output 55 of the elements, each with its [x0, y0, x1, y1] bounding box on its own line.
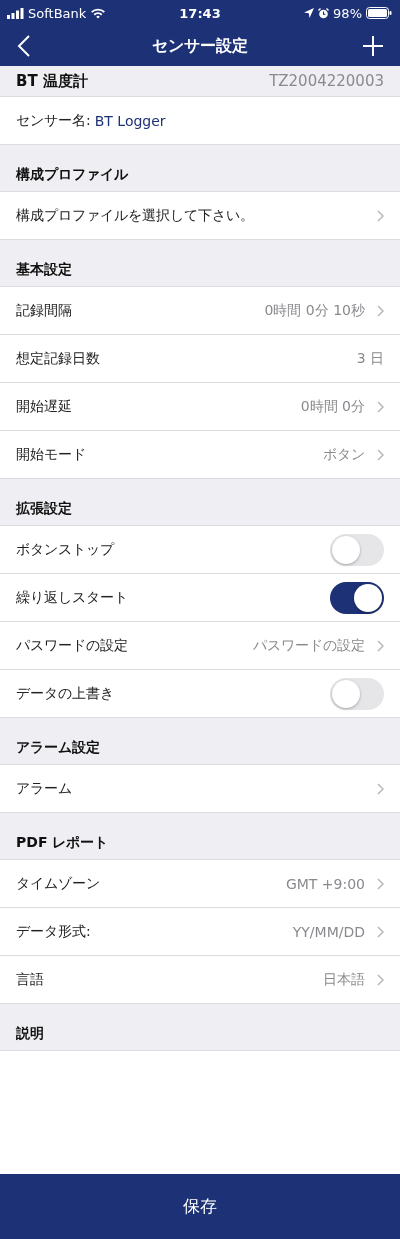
- setting-label: ボタンストップ: [16, 540, 114, 559]
- signal-icon: [7, 7, 24, 19]
- toggle-switch[interactable]: [330, 581, 384, 614]
- section-header: 説明: [16, 1025, 44, 1043]
- setting-value: 3 日: [356, 349, 384, 368]
- setting-value: GMT +9:00: [285, 875, 365, 892]
- setting-label: 記録間隔: [16, 301, 72, 320]
- section-header: 拡張設定: [16, 500, 72, 518]
- chevron-right-icon[interactable]: [377, 304, 384, 317]
- chevron-right-icon[interactable]: [377, 877, 384, 890]
- add-icon[interactable]: [363, 36, 383, 56]
- setting-label: データの上書き: [16, 684, 114, 703]
- setting-value: 0時間 0分 10秒: [264, 301, 365, 320]
- status-time: 17:43: [179, 5, 221, 21]
- chevron-right-icon[interactable]: [377, 448, 384, 461]
- carrier-name: SoftBank: [28, 5, 87, 21]
- chevron-right-icon[interactable]: [377, 400, 384, 413]
- chevron-right-icon[interactable]: [377, 639, 384, 652]
- setting-label: 言語: [16, 970, 44, 989]
- chevron-right-icon[interactable]: [377, 925, 384, 938]
- sensor-name-value[interactable]: BT Logger: [94, 112, 166, 129]
- serial-number: TZ2004220003: [269, 72, 384, 90]
- screen-title: センサー設定: [152, 35, 248, 57]
- setting-value: ボタン: [323, 445, 365, 464]
- setting-label: タイムゾーン: [16, 874, 100, 893]
- chevron-right-icon[interactable]: [377, 973, 384, 986]
- battery-icon: [366, 7, 392, 19]
- section-header: 基本設定: [16, 261, 72, 279]
- chevron-right-icon[interactable]: [377, 209, 384, 222]
- setting-value: YY/MM/DD: [292, 923, 365, 940]
- setting-label: 開始モード: [16, 445, 86, 464]
- section-header: 構成プロファイル: [16, 166, 128, 184]
- alarm-icon: [318, 7, 330, 19]
- section-header: アラーム設定: [16, 739, 100, 757]
- toggle-switch[interactable]: [330, 677, 384, 710]
- setting-value: 日本語: [323, 970, 365, 989]
- setting-label: アラーム: [16, 779, 72, 798]
- setting-label: 想定記録日数: [16, 349, 100, 368]
- setting-value: パスワードの設定: [253, 636, 365, 655]
- chevron-right-icon[interactable]: [377, 782, 384, 795]
- device-name: BT 温度計: [16, 71, 88, 91]
- back-icon[interactable]: [17, 35, 30, 57]
- setting-label: 繰り返しスタート: [16, 588, 128, 607]
- setting-label: パスワードの設定: [16, 636, 128, 655]
- location-icon: [304, 8, 315, 18]
- setting-label: 開始遅延: [16, 397, 72, 416]
- wifi-icon: [90, 7, 107, 19]
- sensor-name-label: センサー名:: [16, 111, 91, 130]
- section-header: PDF レポート: [16, 834, 109, 852]
- setting-label: データ形式:: [16, 922, 91, 941]
- toggle-switch[interactable]: [330, 533, 384, 566]
- setting-value: 0時間 0分: [300, 397, 365, 416]
- save-button[interactable]: 保存: [0, 1174, 400, 1239]
- battery-percent: 98%: [333, 5, 362, 21]
- setting-label: 構成プロファイルを選択して下さい。: [16, 206, 254, 225]
